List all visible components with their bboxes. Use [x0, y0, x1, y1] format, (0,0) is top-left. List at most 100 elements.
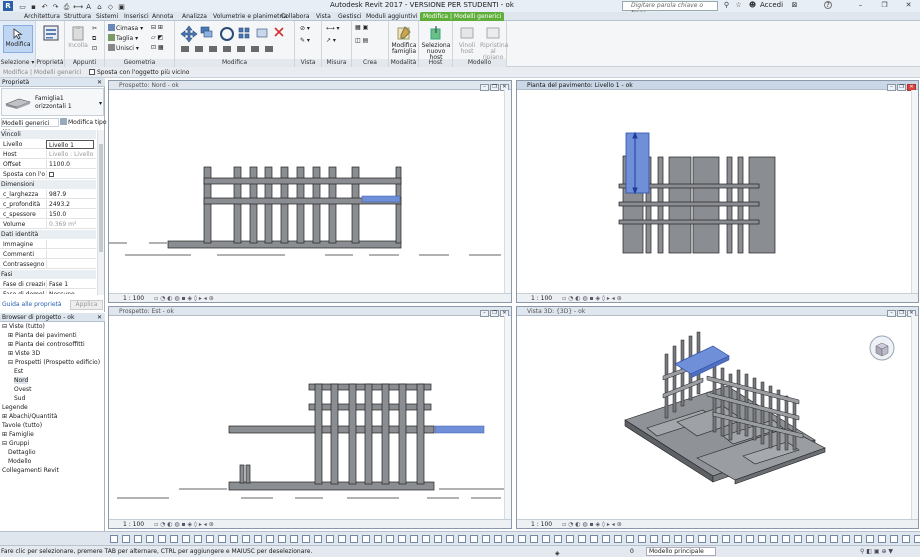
minimized-view-icon[interactable]	[662, 535, 670, 543]
browser-item[interactable]: ⊟ Gruppi	[2, 440, 29, 448]
property-value[interactable]: Fase 1	[46, 280, 94, 289]
browser-item[interactable]: Collegamenti Revit	[2, 467, 59, 475]
expand-icon[interactable]: ⊞	[8, 341, 15, 348]
minimized-view-icon[interactable]	[722, 535, 730, 543]
help-icon[interactable]: ?	[824, 1, 832, 9]
selection-filter-icons[interactable]: ⚲ ◧ ▣ ⊕ ▼	[860, 546, 893, 557]
minimized-view-icon[interactable]	[842, 535, 850, 543]
tab-4[interactable]: Annota	[152, 12, 173, 21]
instance-filter[interactable]: Modelli generici (1) ▾	[1, 118, 59, 136]
tab-9[interactable]: Gestisci	[338, 12, 362, 21]
vertical-scrollbar[interactable]	[504, 316, 511, 519]
collapse-icon[interactable]: ⊟	[2, 440, 9, 447]
properties-close-icon[interactable]: ✕	[97, 79, 102, 86]
property-value[interactable]: 150.0	[46, 210, 94, 219]
measure-icon[interactable]: ⟷	[73, 3, 83, 12]
minimized-view-icon[interactable]	[146, 535, 154, 543]
copy-icon[interactable]: ⧉	[92, 35, 96, 43]
property-value[interactable]: 1100.0	[46, 160, 94, 169]
browser-item[interactable]: ⊞ Pianta dei controsoffitti	[8, 341, 85, 349]
minimized-view-icon[interactable]	[890, 535, 898, 543]
minimized-view-icon[interactable]	[386, 535, 394, 543]
view-cube-icon[interactable]	[869, 335, 895, 361]
minimized-view-icon[interactable]	[506, 535, 514, 543]
browser-item[interactable]: Modello	[8, 458, 31, 466]
minimized-view-icon[interactable]	[122, 535, 130, 543]
browser-item[interactable]: Tavole (tutto)	[2, 422, 42, 430]
move-with-nearby-checkbox[interactable]	[89, 69, 95, 75]
east-drawing[interactable]	[109, 316, 505, 520]
minimized-view-icon[interactable]	[782, 535, 790, 543]
minimized-view-icon[interactable]	[686, 535, 694, 543]
minimize-icon[interactable]: –	[856, 1, 865, 10]
3d-view-icon[interactable]: ⌂	[95, 3, 104, 12]
split-face-icon[interactable]: ⊡ ▦	[151, 44, 164, 51]
minimized-view-icon[interactable]	[314, 535, 322, 543]
group-phases[interactable]: Fasi	[0, 270, 96, 279]
properties-help-link[interactable]: Guida alle proprietà	[2, 301, 62, 308]
minimized-view-icon[interactable]	[230, 535, 238, 543]
minimized-view-icon[interactable]	[566, 535, 574, 543]
binoculars-icon[interactable]: ⚲	[722, 1, 731, 10]
modify-tools-icon[interactable]	[179, 24, 291, 56]
minimized-view-icon[interactable]	[398, 535, 406, 543]
modify-button[interactable]: Modifica	[3, 25, 33, 53]
view-scale[interactable]: 1 : 100	[531, 521, 552, 528]
minimized-view-icon[interactable]	[650, 535, 658, 543]
minimized-view-icon[interactable]	[830, 535, 838, 543]
property-value[interactable]	[46, 260, 94, 269]
minimized-view-icon[interactable]	[698, 535, 706, 543]
match-icon[interactable]: ⊡	[92, 45, 97, 52]
minimized-view-icon[interactable]	[326, 535, 334, 543]
collapse-icon[interactable]: ⊟	[8, 359, 15, 366]
cut-geometry-button[interactable]: Taglia ▾	[108, 34, 138, 42]
expand-icon[interactable]: ⊞	[8, 350, 15, 357]
cope-button[interactable]: Cimasa ▾	[108, 24, 143, 32]
property-value[interactable]	[46, 170, 94, 179]
reset-button[interactable]: Ripristina al ripiano	[480, 25, 508, 61]
apply-button[interactable]: Applica	[70, 300, 103, 310]
minimized-view-icon[interactable]	[770, 535, 778, 543]
minimized-view-icon[interactable]	[410, 535, 418, 543]
property-value[interactable]	[46, 240, 94, 249]
override-icon[interactable]: ✎ ▾	[300, 37, 310, 44]
minimized-view-icon[interactable]	[242, 535, 250, 543]
minimized-view-icon[interactable]	[806, 535, 814, 543]
text-icon[interactable]: A	[84, 3, 93, 12]
minimized-view-icon[interactable]	[638, 535, 646, 543]
edit-type-button[interactable]: Modifica tipo	[60, 118, 106, 127]
view-control-icons[interactable]: ▫ ◔ ◐ ◍ ▪ ◈ ◊ ▸ ◂ ⊛	[562, 521, 622, 528]
worksets-icon[interactable]: ◈	[555, 548, 560, 557]
close-icon[interactable]: ✕	[904, 1, 913, 10]
minimized-view-icon[interactable]	[746, 535, 754, 543]
cut-icon[interactable]: ✂	[92, 25, 97, 32]
search-input[interactable]: Digitare parola chiave o frase	[622, 1, 718, 17]
sign-in-link[interactable]: Accedi	[760, 1, 783, 9]
browser-item[interactable]: ⊞ Viste 3D	[8, 350, 40, 358]
property-value[interactable]: Nessuno	[46, 290, 94, 294]
browser-item[interactable]: Dettaglio	[8, 449, 36, 457]
minimized-view-icon[interactable]	[710, 535, 718, 543]
view-scale[interactable]: 1 : 100	[123, 521, 144, 528]
minimized-view-icon[interactable]	[374, 535, 382, 543]
view-scale[interactable]: 1 : 100	[123, 295, 144, 302]
minimized-view-icon[interactable]	[758, 535, 766, 543]
minimized-view-icon[interactable]	[866, 535, 874, 543]
minimized-view-icon[interactable]	[914, 535, 920, 543]
vertical-scrollbar[interactable]	[911, 316, 918, 519]
browser-item[interactable]: ⊟ Prospetti (Prospetto edificio)	[8, 359, 100, 367]
minimized-view-icon[interactable]	[170, 535, 178, 543]
geometry-tool-icon[interactable]: ⊟ ⊞	[151, 24, 163, 31]
3d-drawing[interactable]	[517, 316, 912, 520]
minimized-view-icon[interactable]	[206, 535, 214, 543]
properties-scrollbar[interactable]	[97, 130, 104, 295]
property-value[interactable]: 0.369 m³	[46, 220, 94, 229]
view-control-icons[interactable]: ▫ ◔ ◐ ◍ ▪ ◈ ◊ ▸ ◂ ⊛	[154, 521, 214, 528]
browser-item[interactable]: Nord	[14, 377, 29, 385]
view-control-icons[interactable]: ▫ ◔ ◐ ◍ ▪ ◈ ◊ ▸ ◂ ⊛	[154, 295, 214, 302]
minimized-view-icon[interactable]	[878, 535, 886, 543]
minimized-view-icon[interactable]	[590, 535, 598, 543]
minimized-view-icon[interactable]	[254, 535, 262, 543]
browser-item[interactable]: Legende	[2, 404, 28, 412]
view-east-elevation[interactable]: Prospetto: Est - ok – ❐ ✕ 1 : 100 ▫ ◔ ◐ ◍ ▪…	[108, 306, 512, 529]
